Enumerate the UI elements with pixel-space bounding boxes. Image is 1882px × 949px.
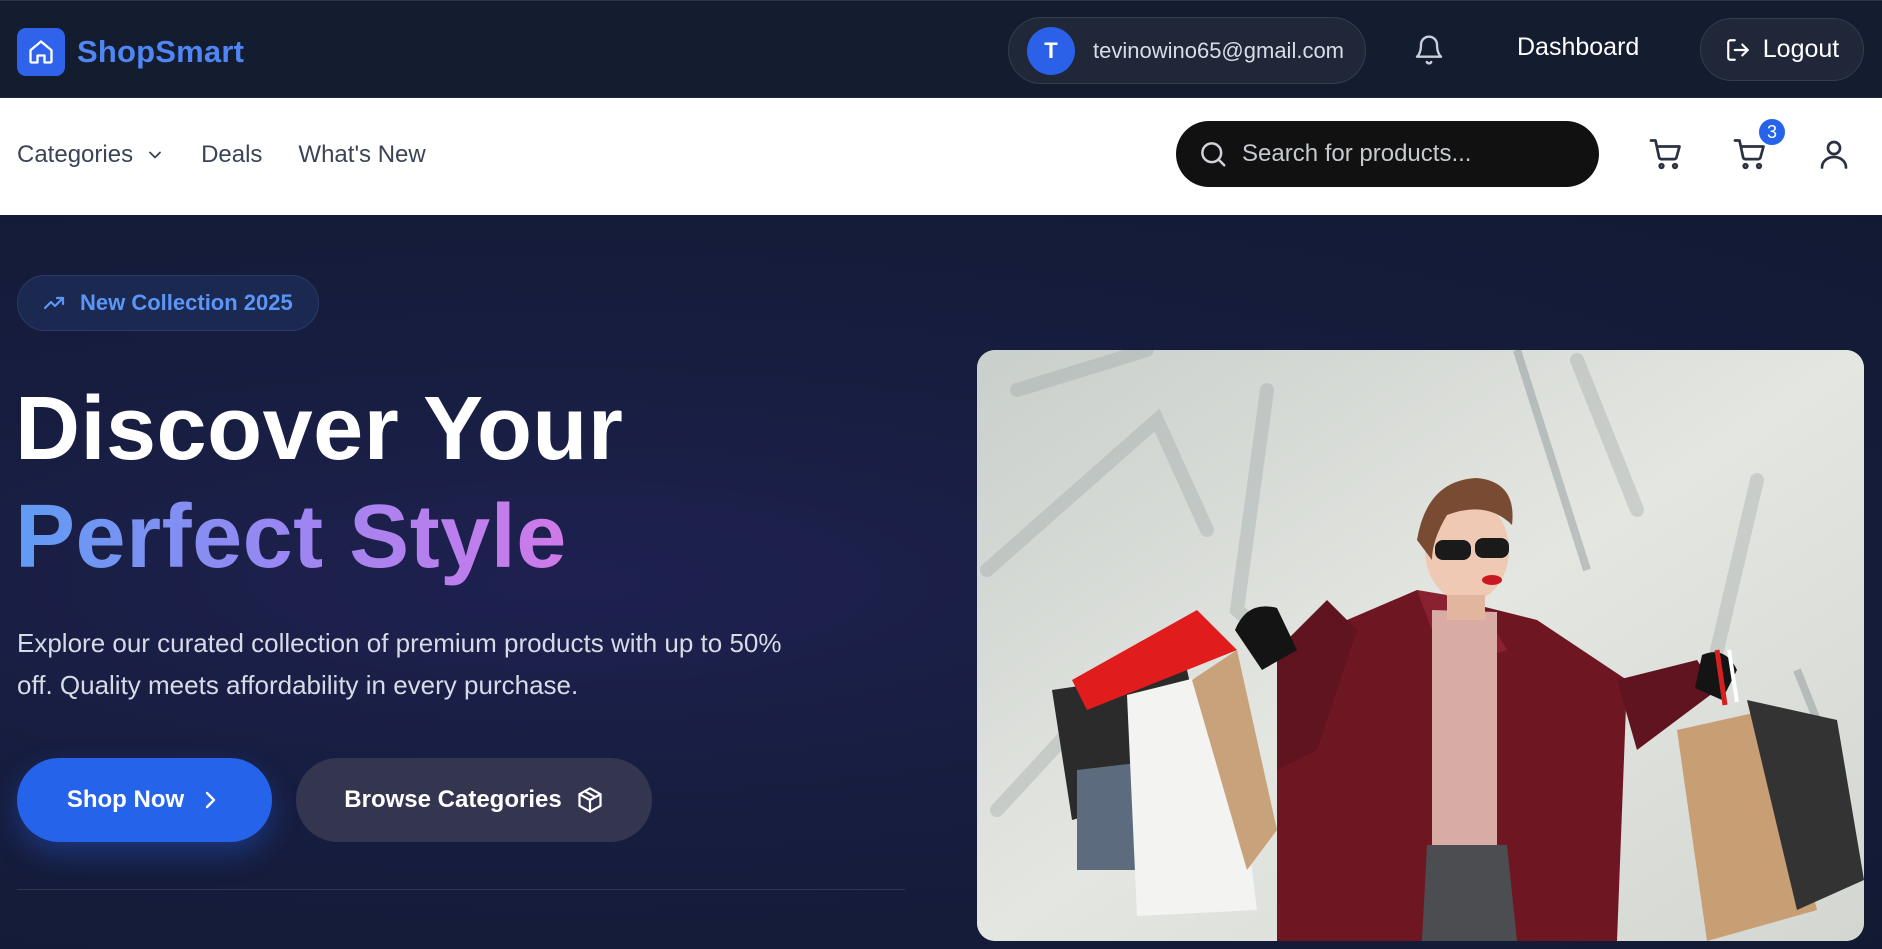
collection-badge-label: New Collection 2025 [80,290,293,315]
hero-divider [17,889,905,890]
brand[interactable]: ShopSmart [17,28,244,76]
hero-title: Discover Your Perfect Style [15,375,623,591]
hero-title-line2: Perfect Style [15,483,567,591]
home-icon [17,28,65,76]
browse-categories-button[interactable]: Browse Categories [296,758,652,842]
hero-title-line1: Discover Your [15,379,624,479]
user-icon[interactable] [1816,136,1852,177]
shop-now-button[interactable]: Shop Now [17,758,272,842]
nav-deals[interactable]: Deals [201,141,262,169]
nav-links: Categories Deals What's New [17,141,426,169]
shop-now-label: Shop Now [66,786,185,813]
logout-icon [1726,38,1749,61]
nav-whats-new[interactable]: What's New [298,141,425,169]
search-bar[interactable] [1176,121,1599,187]
brand-name: ShopSmart [77,34,245,69]
dashboard-link[interactable]: Dashboard [1517,33,1639,62]
chevron-down-icon [149,151,161,159]
nav-categories-label: Categories [17,141,134,168]
logout-label: Logout [1762,35,1840,63]
hero-section: New Collection 2025 Discover Your Perfec… [0,215,1882,949]
collection-badge: New Collection 2025 [17,275,319,331]
hero-image [977,350,1864,941]
top-bar: ShopSmart T tevinowino65@gmail.com Dashb… [0,0,1882,98]
bell-icon[interactable] [1413,34,1445,66]
nav-categories[interactable]: Categories [17,141,165,169]
search-input[interactable] [1242,140,1562,168]
user-account-pill[interactable]: T tevinowino65@gmail.com [1008,17,1366,84]
logout-button[interactable]: Logout [1700,18,1864,81]
cart-count-badge: 3 [1757,117,1787,147]
cart-icon[interactable] [1648,136,1684,177]
user-email: tevinowino65@gmail.com [1093,37,1345,63]
box-icon [578,787,602,813]
search-icon [1201,142,1226,167]
browse-categories-label: Browse Categories [344,786,562,813]
nav-bar: Categories Deals What's New 3 [0,98,1882,215]
hero-description: Explore our curated collection of premiu… [17,628,782,700]
avatar: T [1027,26,1075,75]
chevron-right-icon [205,791,216,809]
trending-up-icon [43,296,65,310]
